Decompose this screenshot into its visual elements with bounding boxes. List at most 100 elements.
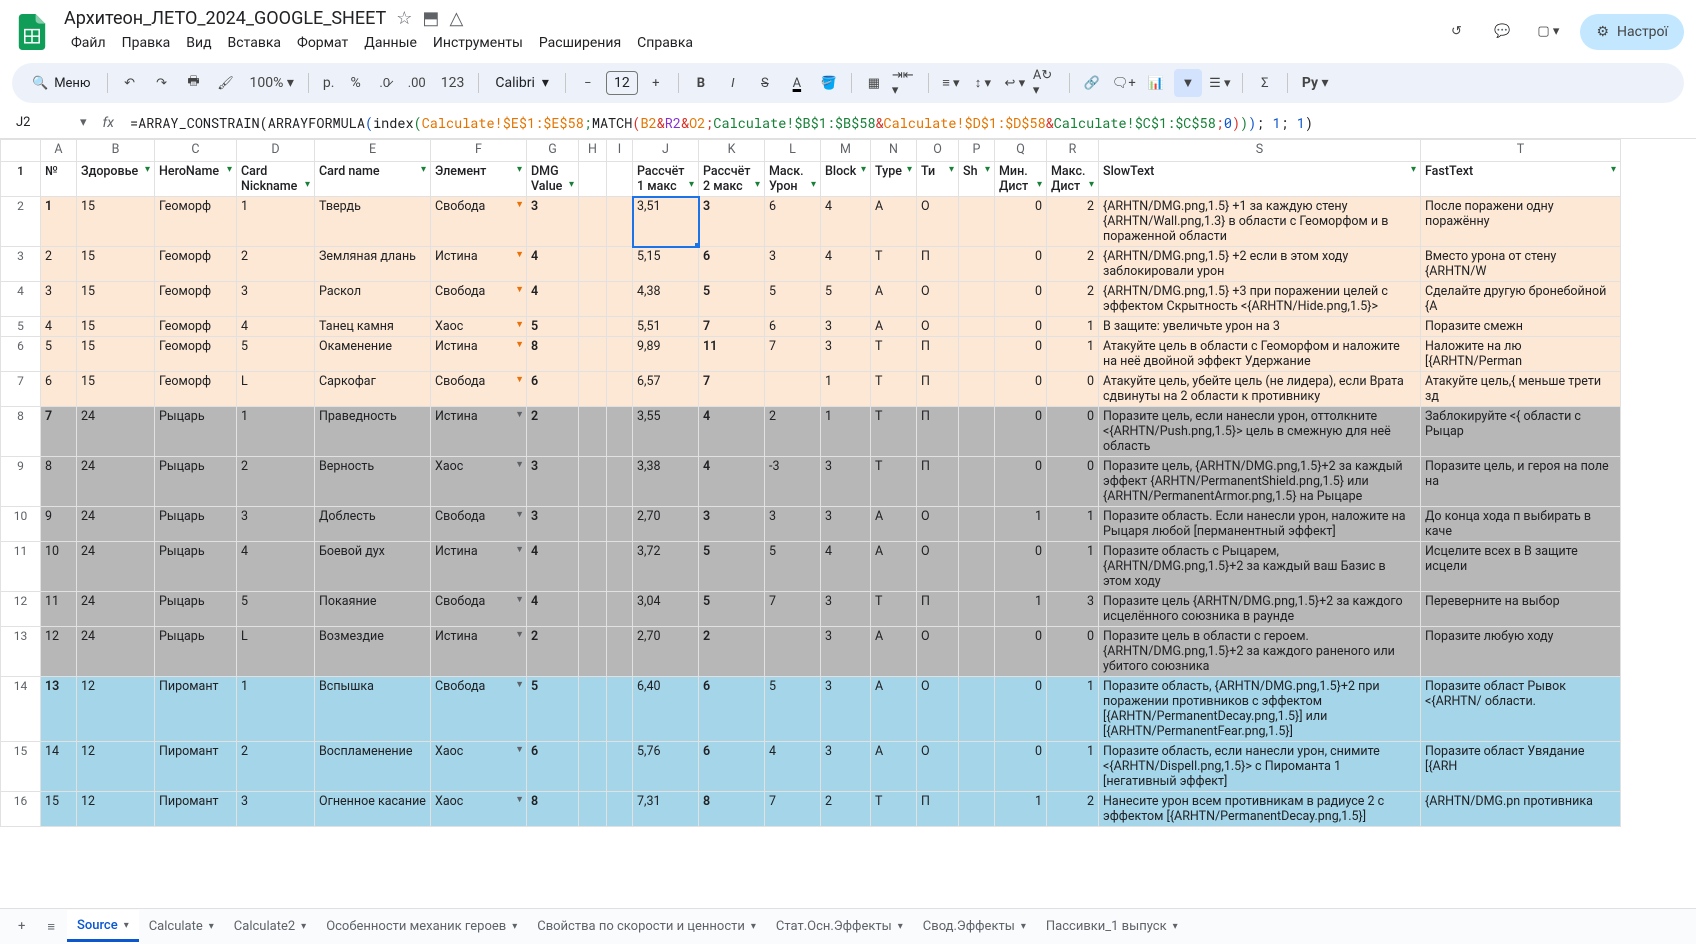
cell[interactable]: 0 bbox=[995, 282, 1047, 317]
cell[interactable]: 7 bbox=[765, 337, 821, 372]
cell[interactable] bbox=[959, 742, 995, 792]
cell[interactable]: 2 bbox=[41, 247, 77, 282]
link-button[interactable]: 🔗 bbox=[1078, 69, 1106, 97]
cell[interactable] bbox=[959, 457, 995, 507]
dropdown-arrow-icon[interactable]: ▼ bbox=[515, 459, 524, 470]
cell[interactable]: О bbox=[917, 742, 959, 792]
cell[interactable]: 3,04 bbox=[633, 592, 699, 627]
cell[interactable]: 11 bbox=[41, 592, 77, 627]
cell[interactable]: Праведность bbox=[315, 407, 431, 457]
cloud-icon[interactable]: △ bbox=[449, 8, 463, 29]
cell[interactable]: 2,70 bbox=[633, 507, 699, 542]
cell[interactable]: 3 bbox=[527, 197, 579, 247]
dropdown-arrow-icon[interactable]: ▼ bbox=[515, 339, 524, 350]
cell[interactable]: Поразите област Увядание [{ARН bbox=[1421, 742, 1621, 792]
cell[interactable] bbox=[579, 542, 607, 592]
settings-button[interactable]: ⚙ Настрої bbox=[1580, 14, 1684, 50]
filter-icon[interactable]: ▾ bbox=[755, 179, 760, 190]
cell[interactable]: П bbox=[917, 457, 959, 507]
cell[interactable] bbox=[579, 742, 607, 792]
cell[interactable]: Сделайте другую бронебойной {А bbox=[1421, 282, 1621, 317]
cell[interactable]: 1 bbox=[821, 407, 871, 457]
cell[interactable]: 3 bbox=[699, 507, 765, 542]
menu-файл[interactable]: Файл bbox=[64, 31, 113, 55]
cell[interactable]: Доблесть bbox=[315, 507, 431, 542]
cell[interactable]: Поразите смежн bbox=[1421, 317, 1621, 337]
col-header-S[interactable]: S bbox=[1099, 140, 1421, 162]
cell[interactable] bbox=[579, 407, 607, 457]
cell[interactable]: 4 bbox=[237, 542, 315, 592]
cell[interactable]: 2 bbox=[699, 627, 765, 677]
cell[interactable]: 3 bbox=[821, 507, 871, 542]
cell[interactable] bbox=[607, 542, 633, 592]
cell[interactable]: 3 bbox=[527, 507, 579, 542]
col-header-N[interactable]: N bbox=[871, 140, 917, 162]
increase-decimal-button[interactable]: .00 bbox=[403, 69, 431, 97]
sheet-tab[interactable]: Свод.Эффекты▾ bbox=[913, 911, 1036, 942]
cell[interactable]: 3 bbox=[821, 627, 871, 677]
cell[interactable]: Возмездие bbox=[315, 627, 431, 677]
cell[interactable]: Поразите област Рывок <{ARHTN/ области. bbox=[1421, 677, 1621, 742]
cell[interactable]: 3,55 bbox=[633, 407, 699, 457]
halign-button[interactable]: ≡ ▾ bbox=[937, 69, 965, 97]
cell[interactable]: 1 bbox=[1047, 337, 1099, 372]
namebox-dropdown-icon[interactable]: ▾ bbox=[80, 115, 87, 130]
cell[interactable]: 15 bbox=[77, 372, 155, 407]
sheet-tab-menu-icon[interactable]: ▾ bbox=[209, 921, 214, 932]
row-header[interactable]: 7 bbox=[1, 372, 41, 407]
print-button[interactable]: 🖶 bbox=[180, 69, 208, 97]
cell[interactable]: 3 bbox=[821, 317, 871, 337]
cell[interactable]: Танец камня bbox=[315, 317, 431, 337]
cell[interactable]: Окаменение bbox=[315, 337, 431, 372]
row-header[interactable]: 6 bbox=[1, 337, 41, 372]
cell[interactable]: 4 bbox=[41, 317, 77, 337]
cell[interactable]: Раскол bbox=[315, 282, 431, 317]
cell[interactable]: 0 bbox=[1047, 407, 1099, 457]
cell[interactable]: 6 bbox=[41, 372, 77, 407]
cell[interactable]: О bbox=[917, 282, 959, 317]
cell[interactable]: Атакуйте цель, убейте цель (не лидера), … bbox=[1099, 372, 1421, 407]
cell[interactable]: Истина▼ bbox=[431, 247, 527, 282]
cell[interactable] bbox=[579, 677, 607, 742]
cell[interactable]: Рыцарь bbox=[155, 627, 237, 677]
percent-button[interactable]: % bbox=[344, 75, 366, 91]
cell[interactable]: 6 bbox=[527, 372, 579, 407]
cell[interactable]: Геоморф bbox=[155, 197, 237, 247]
cell[interactable]: 4 bbox=[699, 407, 765, 457]
cell[interactable]: Поразите цель, и героя на поле на bbox=[1421, 457, 1621, 507]
valign-button[interactable]: ↕ ▾ bbox=[969, 69, 997, 97]
cell[interactable]: Боевой дух bbox=[315, 542, 431, 592]
header-cell-S[interactable]: SlowText▾ bbox=[1099, 162, 1421, 197]
header-cell-F[interactable]: Элемент▾ bbox=[431, 162, 527, 197]
wrap-button[interactable]: ↩ ▾ bbox=[1001, 69, 1029, 97]
cell[interactable]: 6 bbox=[765, 317, 821, 337]
cell[interactable]: {ARHTN/DMG.png,1.5} +1 за каждую стену {… bbox=[1099, 197, 1421, 247]
cell[interactable]: 1 bbox=[237, 407, 315, 457]
cell[interactable] bbox=[959, 542, 995, 592]
cell[interactable]: Геоморф bbox=[155, 317, 237, 337]
header-cell-G[interactable]: DMG Value▾ bbox=[527, 162, 579, 197]
cell[interactable]: 3,51 bbox=[633, 197, 699, 247]
cell[interactable]: Т bbox=[871, 407, 917, 457]
cell[interactable]: Рыцарь bbox=[155, 407, 237, 457]
cell[interactable]: Пиромант bbox=[155, 677, 237, 742]
cell[interactable]: 5 bbox=[237, 337, 315, 372]
row-header[interactable]: 5 bbox=[1, 317, 41, 337]
cell[interactable]: Истина▼ bbox=[431, 542, 527, 592]
cell[interactable]: 2 bbox=[1047, 792, 1099, 827]
cell[interactable]: Воспламенение bbox=[315, 742, 431, 792]
dropdown-arrow-icon[interactable]: ▼ bbox=[515, 544, 524, 555]
cell[interactable]: 13 bbox=[41, 677, 77, 742]
cell[interactable] bbox=[959, 627, 995, 677]
col-header-A[interactable]: A bbox=[41, 140, 77, 162]
cell[interactable] bbox=[959, 677, 995, 742]
col-header-P[interactable]: P bbox=[959, 140, 995, 162]
cell[interactable]: 2 bbox=[1047, 197, 1099, 247]
document-title[interactable]: Архитеон_ЛЕТО_2024_GOOGLE_SHEET bbox=[64, 8, 386, 29]
cell[interactable] bbox=[607, 247, 633, 282]
cell[interactable]: 10 bbox=[41, 542, 77, 592]
cell[interactable]: Геоморф bbox=[155, 337, 237, 372]
cell[interactable]: {ARHTN/DMG.png,1.5} +2 если в этом ходу … bbox=[1099, 247, 1421, 282]
filter-icon[interactable]: ▾ bbox=[1037, 179, 1042, 190]
cell[interactable] bbox=[579, 282, 607, 317]
